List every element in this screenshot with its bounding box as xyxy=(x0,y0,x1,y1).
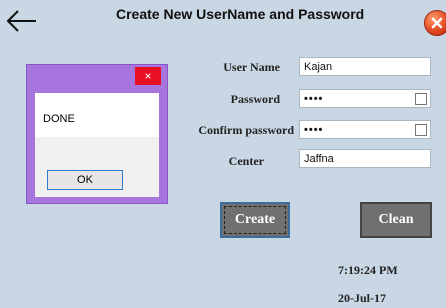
username-label: User Name xyxy=(223,60,280,74)
create-button[interactable]: Create xyxy=(220,202,290,238)
close-icon[interactable] xyxy=(424,10,446,36)
username-field[interactable]: Kajan xyxy=(299,57,431,76)
time-display: 7:19:24 PM xyxy=(338,263,398,277)
confirm-password-field[interactable]: •••• xyxy=(299,120,431,139)
show-confirm-password-checkbox[interactable] xyxy=(415,124,427,136)
dialog-close-button[interactable]: × xyxy=(135,67,161,85)
center-label: Center xyxy=(228,154,264,168)
show-password-checkbox[interactable] xyxy=(415,93,427,105)
dialog-message: DONE xyxy=(43,113,75,125)
confirm-password-value: •••• xyxy=(304,124,324,136)
back-arrow-icon[interactable] xyxy=(4,6,38,36)
password-value: •••• xyxy=(304,93,324,105)
password-field[interactable]: •••• xyxy=(299,89,431,108)
dialog-body: DONE xyxy=(35,93,159,137)
confirm-password-label: Confirm password xyxy=(198,123,294,137)
password-label: Password xyxy=(230,92,280,106)
message-dialog: × DONE OK xyxy=(26,64,168,204)
close-icon: × xyxy=(144,69,152,83)
dialog-footer: OK xyxy=(35,137,159,197)
ok-button[interactable]: OK xyxy=(47,170,123,190)
date-display: 20-Jul-17 xyxy=(338,291,386,305)
window-title: Create New UserName and Password xyxy=(116,6,365,22)
clean-button[interactable]: Clean xyxy=(360,202,432,238)
center-field[interactable]: Jaffna xyxy=(299,149,431,168)
